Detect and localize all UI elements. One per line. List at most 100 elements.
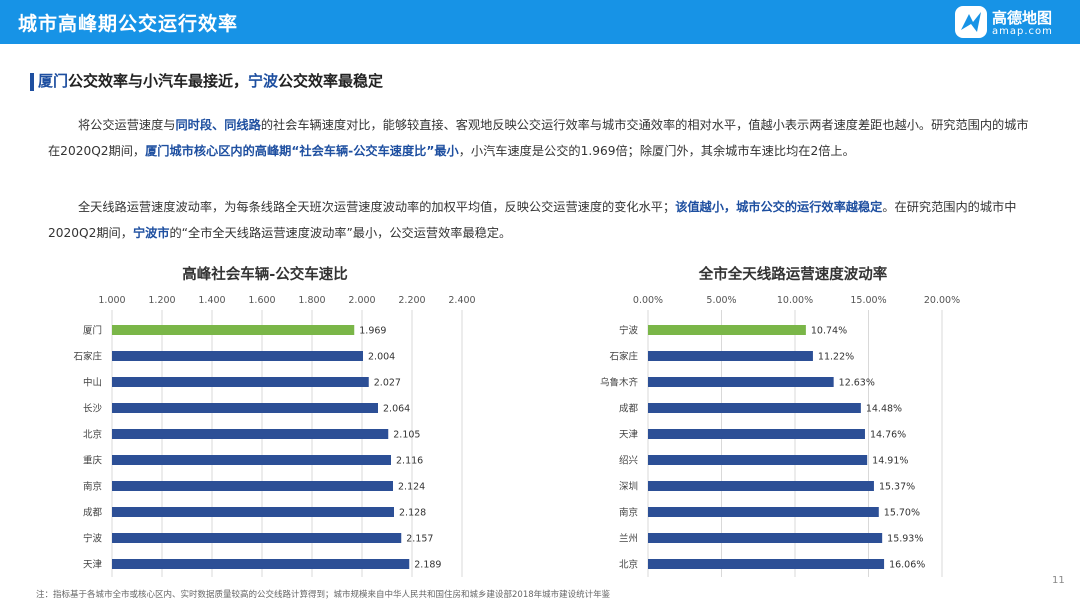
x-tick-label: 1.200 bbox=[148, 295, 175, 306]
x-tick-label: 2.200 bbox=[398, 295, 425, 306]
footnote: 注：指标基于各城市全市或核心区内、实时数据质量较高的公交线路计算得到；城市规模来… bbox=[36, 590, 611, 600]
data-label: 2.116 bbox=[396, 456, 423, 467]
bar bbox=[648, 403, 861, 413]
chart-speed-ratio-svg: 高峰社会车辆-公交车速比 1.000 1.200 1.400 1.600 1.800 2.0… bbox=[73, 265, 476, 577]
category-label: 南京 bbox=[83, 481, 102, 493]
page-number: 11 bbox=[1052, 575, 1065, 586]
data-label: 2.128 bbox=[399, 508, 426, 519]
bar bbox=[112, 559, 410, 569]
bar bbox=[112, 403, 378, 413]
category-label: 乌鲁木齐 bbox=[600, 377, 639, 389]
amap-logo: 高德地图 amap.com bbox=[955, 6, 1075, 40]
category-label: 绍兴 bbox=[619, 455, 638, 467]
p2-text-e: 的“全市全天线路运营速度波动率”最小，公交运营效率最稳定。 bbox=[169, 226, 512, 240]
data-label: 2.189 bbox=[414, 560, 441, 571]
category-label: 北京 bbox=[619, 559, 638, 571]
category-label: 石家庄 bbox=[609, 351, 638, 363]
data-label: 11.22% bbox=[818, 352, 854, 363]
headline-accent-bar bbox=[30, 73, 34, 91]
x-tick-label: 2.000 bbox=[348, 295, 375, 306]
category-label: 厦门 bbox=[83, 325, 102, 337]
chart-title: 高峰社会车辆-公交车速比 bbox=[182, 265, 348, 283]
p1-emphasis-d: 厦门城市核心区内的高峰期“社会车辆-公交车速度比”最小 bbox=[145, 144, 459, 158]
bar bbox=[112, 455, 391, 465]
bar bbox=[648, 429, 865, 439]
headline-city-1: 厦门 bbox=[38, 72, 69, 90]
paragraph-speed-ratio: 将公交运营速度与同时段、同线路的社会车辆速度对比，能够较直接、客观地反映公交运行… bbox=[48, 112, 1033, 164]
header-bar: 城市高峰期公交运行效率 高德地图 amap.com bbox=[0, 0, 1080, 44]
data-label: 16.06% bbox=[889, 560, 925, 571]
x-tick-label: 15.00% bbox=[850, 295, 886, 306]
p2-text-a: 全天线路运营速度波动率，为每条线路全天班次运营速度波动率的加权平均值，反映公交运… bbox=[78, 200, 676, 214]
bar bbox=[112, 481, 393, 491]
data-label: 2.124 bbox=[398, 482, 425, 493]
p1-text-a: 将公交运营速度与 bbox=[78, 118, 176, 132]
bar bbox=[648, 455, 868, 465]
category-label: 深圳 bbox=[619, 482, 638, 493]
data-label: 15.37% bbox=[879, 482, 915, 493]
bar bbox=[648, 325, 806, 335]
data-label: 2.064 bbox=[383, 404, 410, 415]
headline-city-2: 宁波 bbox=[248, 72, 279, 90]
data-label: 15.93% bbox=[887, 534, 923, 545]
headline-text-2: 公交效率最稳定 bbox=[278, 72, 384, 90]
x-tick-label: 1.600 bbox=[248, 295, 275, 306]
headline-text-1: 公交效率与小汽车最接近， bbox=[68, 72, 249, 90]
amap-logo-icon bbox=[955, 6, 987, 38]
data-label: 15.70% bbox=[884, 508, 920, 519]
chart-fluctuation: 全市全天线路运营速度波动率 0.00% 5.00% 10.00% 15.00% 20.00… bbox=[548, 260, 1068, 580]
x-tick-label: 1.400 bbox=[198, 295, 225, 306]
data-label: 2.157 bbox=[406, 534, 433, 545]
p1-text-e: ，小汽车速度是公交的1.969倍；除厦门外，其余城市车速比均在2倍上。 bbox=[458, 144, 855, 158]
bar bbox=[112, 429, 389, 439]
bar bbox=[648, 559, 885, 569]
chart-speed-ratio: 高峰社会车辆-公交车速比 1.000 1.200 1.400 1.600 1.800 2.0… bbox=[30, 260, 530, 580]
p2-emphasis-b: 该值越小，城市公交的运行效率越稳定 bbox=[675, 200, 883, 214]
data-label: 2.027 bbox=[374, 378, 401, 389]
bar bbox=[112, 351, 363, 361]
p1-emphasis-b: 同时段、同线路 bbox=[175, 118, 261, 132]
category-label: 南京 bbox=[619, 507, 638, 519]
category-label: 北京 bbox=[83, 429, 102, 441]
data-label: 14.76% bbox=[870, 430, 906, 441]
category-label: 天津 bbox=[83, 560, 103, 571]
paragraph-fluctuation: 全天线路运营速度波动率，为每条线路全天班次运营速度波动率的加权平均值，反映公交运… bbox=[48, 194, 1033, 246]
category-label: 天津 bbox=[619, 430, 639, 441]
x-tick-label: 0.00% bbox=[633, 295, 663, 306]
x-tick-label: 10.00% bbox=[777, 295, 813, 306]
x-tick-label: 5.00% bbox=[706, 295, 736, 306]
page-title: 城市高峰期公交运行效率 bbox=[18, 13, 239, 35]
category-label: 成都 bbox=[619, 403, 639, 415]
bar bbox=[648, 351, 813, 361]
category-label: 中山 bbox=[83, 377, 102, 389]
bar bbox=[648, 481, 874, 491]
category-label: 成都 bbox=[83, 507, 103, 519]
data-label: 12.63% bbox=[839, 378, 875, 389]
x-tick-label: 1.800 bbox=[298, 295, 325, 306]
x-tick-label: 1.000 bbox=[98, 295, 125, 306]
category-label: 宁波 bbox=[83, 533, 103, 545]
x-tick-label: 2.400 bbox=[448, 295, 475, 306]
data-label: 2.105 bbox=[393, 430, 420, 441]
logo-text-en: amap.com bbox=[992, 26, 1053, 37]
p2-emphasis-d: 宁波市 bbox=[132, 226, 170, 240]
category-label: 石家庄 bbox=[73, 351, 102, 363]
category-label: 长沙 bbox=[83, 403, 103, 415]
bar bbox=[112, 533, 402, 543]
logo-text-cn: 高德地图 bbox=[992, 9, 1053, 27]
chart-title: 全市全天线路运营速度波动率 bbox=[698, 265, 888, 283]
bar bbox=[648, 533, 883, 543]
headline: 厦门公交效率与小汽车最接近，宁波公交效率最稳定 bbox=[38, 70, 383, 91]
chart-fluctuation-svg: 全市全天线路运营速度波动率 0.00% 5.00% 10.00% 15.00% 20.00… bbox=[600, 265, 960, 577]
bar bbox=[648, 507, 879, 517]
data-label: 1.969 bbox=[359, 326, 386, 337]
data-label: 14.48% bbox=[866, 404, 902, 415]
data-label: 14.91% bbox=[872, 456, 908, 467]
bar bbox=[112, 325, 355, 335]
bar bbox=[112, 507, 394, 517]
bar bbox=[112, 377, 369, 387]
x-tick-label: 20.00% bbox=[924, 295, 960, 306]
category-label: 宁波 bbox=[619, 325, 639, 337]
category-label: 兰州 bbox=[619, 533, 638, 545]
data-label: 10.74% bbox=[811, 326, 847, 337]
